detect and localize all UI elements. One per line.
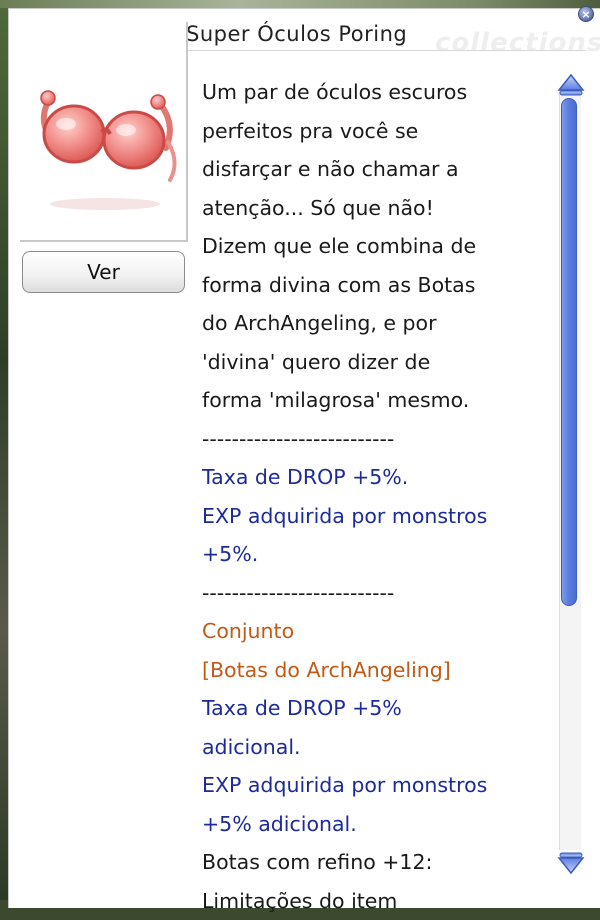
scrollbar-thumb[interactable] [561,98,577,606]
separator-line: -------------------------- [202,574,552,613]
separator-line: -------------------------- [202,420,552,459]
description-line: forma 'milagrosa' mesmo. [202,381,552,420]
set-bonus-line: +5% adicional. [202,805,552,844]
description-line: Um par de óculos escuros [202,73,552,112]
game-background [0,0,8,900]
description-line: forma divina com as Botas [202,266,552,305]
poring-glasses-icon [30,62,180,212]
description-line: do ArchAngeling, e por [202,304,552,343]
set-item-name: [Botas do ArchAngeling] [202,651,552,690]
scroll-up-arrow-icon[interactable] [556,72,586,98]
game-background-top [0,0,600,8]
description-line: 'divina' quero dizer de [202,343,552,382]
description-line: atenção... Só que não! [202,189,552,228]
title-divider [186,50,586,51]
watermark: collections [435,28,600,58]
set-bonus-line: EXP adquirida por monstros [202,766,552,805]
description-line: Limitações do item [202,882,552,920]
item-description: Um par de óculos escuros perfeitos pra v… [202,73,552,920]
view-button[interactable]: Ver [22,251,185,293]
set-title: Conjunto [202,612,552,651]
description-line: perfeitos pra você se [202,112,552,151]
description-line: Botas com refino +12: [202,843,552,882]
set-bonus-line: adicional. [202,728,552,767]
item-title: Super Óculos Poring [186,22,407,46]
close-icon[interactable]: × [578,6,594,22]
set-bonus-line: Taxa de DROP +5% [202,689,552,728]
item-image-frame [20,22,188,242]
description-line: Dizem que ele combina de [202,227,552,266]
bonus-line: Taxa de DROP +5%. [202,458,552,497]
bonus-line: EXP adquirida por monstros [202,497,552,536]
description-line: disfarçar e não chamar a [202,150,552,189]
scroll-down-arrow-icon[interactable] [556,850,586,876]
bonus-line: +5%. [202,535,552,574]
